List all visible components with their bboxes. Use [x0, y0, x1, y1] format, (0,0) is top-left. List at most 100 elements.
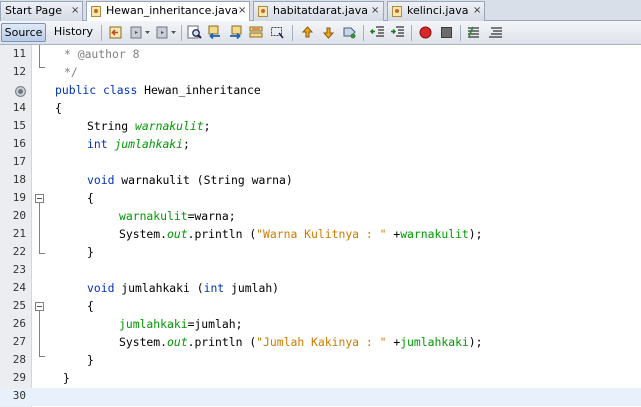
tab-label: Hewan_inheritance.java — [106, 4, 238, 17]
toggle-bookmark-icon[interactable] — [342, 25, 357, 40]
tab-kelinci[interactable]: kelinci.java × — [387, 1, 485, 21]
tab-hewan-inheritance[interactable]: Hewan_inheritance.java × — [86, 1, 250, 22]
code-text: .println ( — [187, 227, 257, 241]
code-line[interactable]: */ — [64, 63, 78, 81]
code-line[interactable]: { — [87, 297, 94, 315]
back-icon[interactable] — [129, 25, 144, 40]
code-line[interactable]: int jumlahkaki; — [87, 135, 190, 153]
line-number: 19 — [12, 191, 26, 204]
find-next-icon[interactable] — [228, 25, 243, 40]
override-marker-icon[interactable] — [15, 86, 26, 97]
field-name: jumlahkaki — [114, 137, 184, 151]
fold-end — [39, 253, 45, 254]
line-number: 20 — [12, 209, 26, 222]
brace: } — [63, 371, 70, 385]
fold-margin — [32, 45, 48, 407]
forward-icon[interactable] — [155, 25, 170, 40]
line-number: 22 — [12, 245, 26, 258]
type: String — [87, 119, 129, 133]
toolbar-separator — [411, 25, 412, 41]
punct: ; — [203, 119, 211, 133]
punct: ; — [183, 137, 190, 151]
tab-habitatdarat[interactable]: habitatdarat.java × — [253, 1, 384, 21]
code-line[interactable]: jumlahkaki=jumlah; — [119, 315, 242, 333]
line-number: 24 — [12, 281, 26, 294]
static-field: out — [167, 227, 188, 241]
method-signature: jumlah) — [231, 281, 280, 295]
editor-tab-bar: Start Page × Hewan_inheritance.java × ha… — [0, 0, 641, 22]
tab-label: habitatdarat.java — [273, 4, 368, 17]
fold-line — [39, 203, 40, 253]
code-line[interactable]: System.out.println ("Jumlah Kakinya : " … — [119, 333, 483, 351]
code-text: + — [386, 335, 401, 349]
code-text: ); — [468, 335, 483, 349]
close-tab-icon[interactable]: × — [371, 2, 379, 20]
code-line[interactable]: void jumlahkaki (int jumlah) — [87, 279, 279, 297]
code-line[interactable]: String warnakulit; — [87, 117, 210, 135]
find-selection-icon[interactable] — [270, 25, 285, 40]
previous-bookmark-icon[interactable] — [300, 25, 315, 40]
uncomment-icon[interactable] — [488, 25, 503, 40]
keyword: public — [55, 83, 97, 97]
brace: { — [55, 101, 62, 115]
code-line[interactable]: } — [63, 369, 70, 387]
line-number: 23 — [12, 263, 26, 276]
method-signature: warnakulit (String warna) — [121, 173, 293, 187]
close-tab-icon[interactable]: × — [473, 2, 481, 20]
line-number: 17 — [12, 155, 26, 168]
java-file-icon — [258, 6, 268, 17]
close-tab-icon[interactable]: × — [71, 2, 79, 20]
find-previous-icon[interactable] — [207, 25, 222, 40]
next-bookmark-icon[interactable] — [321, 25, 336, 40]
find-icon[interactable] — [187, 25, 202, 40]
shift-left-icon[interactable] — [370, 25, 385, 40]
code-text: + — [386, 227, 401, 241]
field-name: warnakulit — [400, 227, 469, 241]
line-number: 30 — [12, 389, 26, 402]
stop-macro-icon[interactable] — [439, 25, 454, 40]
code-line[interactable]: } — [87, 351, 94, 369]
assignment: =jumlah; — [187, 317, 243, 331]
line-number: 28 — [12, 353, 26, 366]
code-line[interactable]: public class Hewan_inheritance — [55, 81, 261, 99]
code-text: .println ( — [187, 335, 257, 349]
code-line[interactable]: * @author 8 — [64, 45, 139, 63]
toolbar-separator — [460, 25, 461, 41]
keyword: int — [87, 137, 108, 151]
comment-text: */ — [64, 65, 78, 79]
fold-collapse-icon[interactable] — [35, 302, 44, 311]
keyword: class — [103, 83, 138, 97]
code-line[interactable]: warnakulit=warna; — [119, 207, 236, 225]
line-number: 12 — [12, 65, 26, 78]
last-edit-icon[interactable] — [108, 25, 123, 40]
history-view-button[interactable]: History — [51, 23, 96, 42]
fold-line — [39, 45, 40, 67]
record-macro-icon[interactable] — [418, 25, 433, 40]
toggle-highlight-icon[interactable] — [249, 25, 264, 40]
code-text: System. — [119, 227, 168, 241]
brace: { — [87, 191, 94, 205]
tab-start-page[interactable]: Start Page × — [0, 1, 83, 21]
shift-right-icon[interactable] — [390, 25, 405, 40]
fold-collapse-icon[interactable] — [35, 194, 44, 203]
code-line[interactable]: void warnakulit (String warna) — [87, 171, 293, 189]
code-line[interactable]: System.out.println ("Warna Kulitnya : " … — [119, 225, 483, 243]
close-tab-icon[interactable]: × — [238, 2, 246, 20]
fold-line — [39, 311, 40, 356]
field-name: jumlahkaki — [119, 317, 188, 331]
string-literal: "Warna Kulitnya : " — [256, 227, 387, 241]
line-number: 21 — [12, 227, 26, 240]
tab-label: kelinci.java — [407, 4, 469, 17]
brace: } — [87, 245, 94, 259]
current-line-highlight — [0, 388, 641, 406]
fold-end — [39, 356, 45, 357]
brace: } — [87, 353, 94, 367]
comment-icon[interactable] — [467, 25, 482, 40]
dropdown-arrow-icon[interactable] — [170, 25, 177, 40]
source-view-button[interactable]: Source — [1, 23, 46, 42]
code-line[interactable]: { — [55, 99, 62, 117]
code-line[interactable]: } — [87, 243, 94, 261]
toolbar-separator — [181, 25, 182, 41]
code-line[interactable]: { — [87, 189, 94, 207]
dropdown-arrow-icon[interactable] — [144, 25, 151, 40]
